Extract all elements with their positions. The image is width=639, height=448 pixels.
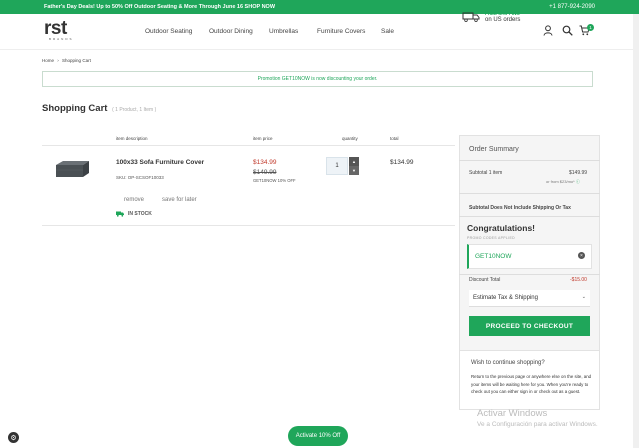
divider xyxy=(459,160,600,161)
search-icon[interactable] xyxy=(562,25,573,36)
tax-shipping-label: Estimate Tax & Shipping xyxy=(473,295,538,301)
nav-outdoor-dining[interactable]: Outdoor Dining xyxy=(209,28,253,35)
col-quantity: quantity xyxy=(342,136,358,141)
line-total: $134.99 xyxy=(390,159,414,166)
product-image[interactable] xyxy=(53,159,91,179)
wish-title: Wish to continue shopping? xyxy=(471,360,545,366)
price-was: $149.99 xyxy=(253,169,277,176)
divider xyxy=(459,216,600,217)
quantity-input[interactable]: 1 xyxy=(326,157,348,175)
financing-label: or from $23/mo* xyxy=(546,179,575,184)
divider xyxy=(42,145,455,146)
subtotal-label: Subtotal 1 item xyxy=(469,170,503,176)
remove-link[interactable]: remove xyxy=(124,197,144,203)
subtotal-value: $149.99 xyxy=(569,170,588,176)
info-icon[interactable]: ⓘ xyxy=(576,179,580,184)
price-code: GET10NOW 10% OFF xyxy=(253,178,296,183)
promo-bar[interactable]: Father's Day Deals! Up to 50% Off Outdoo… xyxy=(0,0,639,14)
truck-icon xyxy=(116,211,124,217)
col-price: item price xyxy=(253,136,273,141)
checkout-button[interactable]: PROCEED TO CHECKOUT xyxy=(469,316,590,336)
divider xyxy=(42,225,455,226)
nav-outdoor-seating[interactable]: Outdoor Seating xyxy=(145,28,192,35)
financing-text[interactable]: or from $23/mo* ⓘ xyxy=(546,179,580,185)
shipping-note: Subtotal Does Not Include Shipping Or Ta… xyxy=(469,205,571,211)
brand-logo[interactable]: rst BRANDS xyxy=(44,18,78,41)
page-title: Shopping Cart ( 1 Product, 1 Item ) xyxy=(42,103,156,114)
discount-label: Discount Total xyxy=(469,277,501,283)
promo-notice: Promotion GET10NOW is now discounting yo… xyxy=(42,71,593,87)
stock-status: IN STOCK xyxy=(116,211,152,217)
wish-body: Return to the previous page or anywhere … xyxy=(471,374,592,394)
price-now: $134.99 xyxy=(253,159,277,166)
product-name[interactable]: 100x33 Sofa Furniture Cover xyxy=(116,159,204,166)
phone-number[interactable]: +1 877-924-2090 xyxy=(549,4,595,10)
cart-count-badge: 1 xyxy=(587,24,594,31)
logo-sub: BRANDS xyxy=(49,37,74,41)
qty-up-icon[interactable]: ▲ xyxy=(349,157,359,166)
applied-code: GET10NOW xyxy=(475,253,512,260)
scrollbar[interactable] xyxy=(633,14,639,448)
activate-discount-button[interactable]: Activate 10% Off xyxy=(288,426,348,446)
divider xyxy=(459,274,600,275)
nav-furniture-covers[interactable]: Furniture Covers xyxy=(317,28,365,35)
close-icon[interactable]: × xyxy=(578,252,585,259)
shipping-line2: on US orders xyxy=(485,17,521,23)
page-subtitle: ( 1 Product, 1 Item ) xyxy=(112,107,157,113)
logo-main: rst xyxy=(44,18,67,39)
discount-value: -$15.00 xyxy=(570,277,587,283)
breadcrumb: Home › Shopping Cart xyxy=(42,58,91,63)
promo-text[interactable]: Father's Day Deals! Up to 50% Off Outdoo… xyxy=(44,4,275,10)
free-shipping[interactable]: FREE SHIPPING on US orders xyxy=(462,11,520,23)
col-total: total xyxy=(390,136,399,141)
nav-sale[interactable]: Sale xyxy=(381,28,394,35)
codes-applied-label: PROMO CODES APPLIED xyxy=(467,236,515,240)
nav-umbrellas[interactable]: Umbrellas xyxy=(269,28,298,35)
qty-down-icon[interactable]: ▼ xyxy=(349,166,359,175)
stock-label: IN STOCK xyxy=(128,211,152,217)
tax-shipping-select[interactable]: Estimate Tax & Shipping ⌄ xyxy=(469,290,590,307)
product-sku: SKU: OP-SCSOF10033 xyxy=(116,175,164,180)
windows-watermark-title: Activar Windows xyxy=(477,408,548,419)
breadcrumb-separator: › xyxy=(57,58,59,63)
accessibility-icon[interactable]: ⚙ xyxy=(8,432,19,443)
truck-icon xyxy=(462,12,480,22)
divider xyxy=(459,193,600,194)
congratulations-heading: Congratulations! xyxy=(467,223,535,233)
summary-title: Order Summary xyxy=(469,146,519,153)
windows-watermark-subtitle: Ve a Configuración para activar Windows. xyxy=(477,421,598,428)
chevron-down-icon: ⌄ xyxy=(581,294,586,300)
save-for-later-link[interactable]: save for later xyxy=(162,197,197,203)
user-icon[interactable] xyxy=(543,25,553,36)
breadcrumb-home[interactable]: Home xyxy=(42,58,54,63)
breadcrumb-current: Shopping Cart xyxy=(62,58,91,63)
page-title-text: Shopping Cart xyxy=(42,103,108,114)
col-description: item description xyxy=(116,136,148,141)
